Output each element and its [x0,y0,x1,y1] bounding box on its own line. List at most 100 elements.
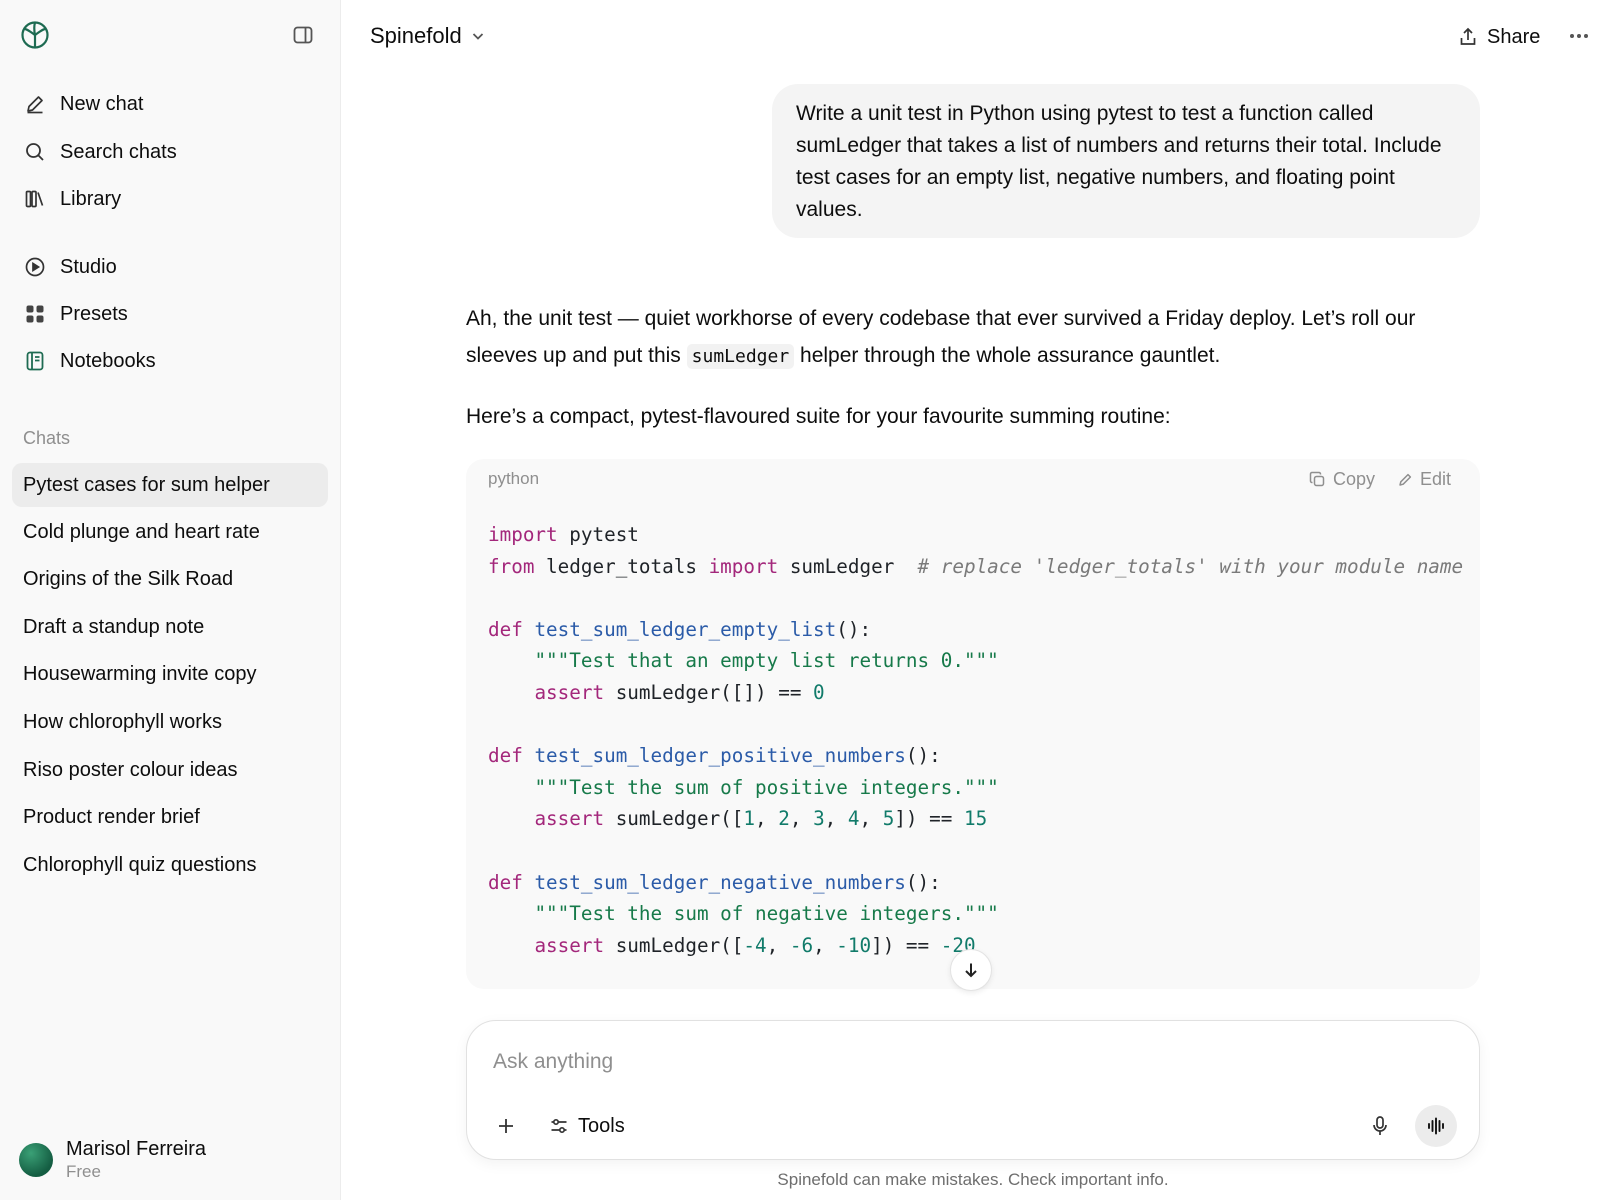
model-selector[interactable]: Spinefold [370,20,486,52]
sidebar-item-label: Search chats [60,140,177,163]
prompt-input[interactable] [493,1045,1393,1079]
pencil-icon [24,93,46,115]
sidebar-item-label: Library [60,187,122,210]
sidebar-item-search-chats[interactable]: Search chats [12,131,328,173]
copy-code-button[interactable]: Copy [1309,469,1375,490]
sidebar-item-notebooks[interactable]: Notebooks [12,340,328,382]
code-token: def [488,870,523,894]
sidebar: New chat Search chats Library Studio Pre… [0,0,341,1200]
plus-icon [499,1119,513,1133]
chat-history-item[interactable]: Chlorophyll quiz questions [12,843,328,887]
code-token: # replace 'ledger_totals' with your modu… [917,554,1464,578]
chat-history-item[interactable]: Riso poster colour ideas [12,748,328,792]
assistant-paragraph: Ah, the unit test — quiet workhorse of e… [466,300,1466,375]
scroll-down-button[interactable] [950,949,992,991]
code-token: ]) == [871,933,941,957]
code-token: , [789,807,814,831]
code-token: assert [534,807,605,831]
code-token: """Test the sum of positive integers.""" [534,775,999,799]
disclaimer-text: Spinefold can make mistakes. Check impor… [777,1170,1169,1189]
chat-history-item[interactable]: Housewarming invite copy [12,652,328,696]
code-token: , [813,933,837,957]
user-message-bubble: Write a unit test in Python using pytest… [772,84,1480,238]
sidebar-item-presets[interactable]: Presets [12,293,328,335]
code-language-label: python [488,469,540,488]
code-token: import [488,523,558,546]
edit-label: Edit [1420,469,1452,489]
waveform-icon [1428,1117,1444,1135]
code-token: from [488,554,535,578]
avatar [19,1143,53,1177]
edit-code-button[interactable]: Edit [1398,469,1451,490]
code-token: 15 [963,807,988,831]
chats-section-label: Chats [23,428,71,448]
chat-history-item[interactable]: How chlorophyll works [12,700,328,744]
code-token: test_sum_ledger_negative_numbers [534,870,906,894]
arrow-down-icon [965,963,977,978]
chat-history-item[interactable]: Pytest cases for sum helper [12,463,328,507]
microphone-icon [1373,1116,1387,1135]
microphone-button[interactable] [1367,1113,1393,1139]
code-token: def [488,744,523,768]
grid-icon [24,303,46,325]
search-icon [24,141,46,163]
code-token: , [824,807,848,831]
user-profile[interactable]: Marisol Ferreira Free [19,1137,206,1183]
chat-history-item[interactable]: Product render brief [12,795,328,839]
more-options-icon[interactable] [1566,24,1592,48]
user-name: Marisol Ferreira [66,1138,207,1160]
code-token: 5 [882,807,895,831]
share-button[interactable]: Share [1458,22,1540,52]
toggle-sidebar-icon[interactable] [292,24,314,46]
code-token: 2 [778,807,790,831]
code-token: (): [836,617,872,641]
code-token: 1 [743,807,756,831]
code-token: pytest [557,523,639,546]
chat-history-item[interactable]: Cold plunge and heart rate [12,510,328,554]
spiral-logo-icon[interactable] [20,20,50,50]
chat-history-item[interactable]: Origins of the Silk Road [12,557,328,601]
sliders-icon [551,1118,567,1134]
chat-history-item[interactable]: Draft a standup note [12,605,328,649]
sidebar-item-label: Notebooks [60,349,156,372]
model-name: Spinefold [370,23,462,48]
code-token: , [755,807,779,831]
code-token: ]) == [894,807,964,831]
copy-label: Copy [1333,469,1376,489]
play-circle-icon [24,256,46,278]
tools-button[interactable]: Tools [549,1111,625,1141]
code-token: import [708,554,779,578]
sidebar-item-studio[interactable]: Studio [12,246,328,288]
code-token: , [859,807,883,831]
code-token: -6 [789,933,814,957]
sidebar-item-new-chat[interactable]: New chat [12,83,328,125]
add-attachment-button[interactable] [493,1113,519,1139]
library-icon [24,188,46,210]
code-token: 3 [813,807,825,831]
assistant-text: helper through the whole assurance gaunt… [794,344,1221,367]
code-token: sumLedger([]) == [604,680,814,704]
pencil-icon [1399,473,1412,486]
voice-mode-button[interactable] [1415,1105,1457,1147]
code-token: """Test that an empty list returns 0.""" [534,649,999,673]
sidebar-item-library[interactable]: Library [12,178,328,220]
code-token: """Test the sum of negative integers.""" [534,902,999,926]
sidebar-item-label: New chat [60,92,144,115]
code-token: assert [534,933,605,957]
notebook-icon [24,350,46,372]
code-token: -4 [743,933,767,957]
inline-code: sumLedger [686,344,795,369]
share-label: Share [1487,25,1541,48]
copy-icon [1309,471,1325,487]
code-token: , [766,933,790,957]
code-token: test_sum_ledger_empty_list [534,617,837,641]
